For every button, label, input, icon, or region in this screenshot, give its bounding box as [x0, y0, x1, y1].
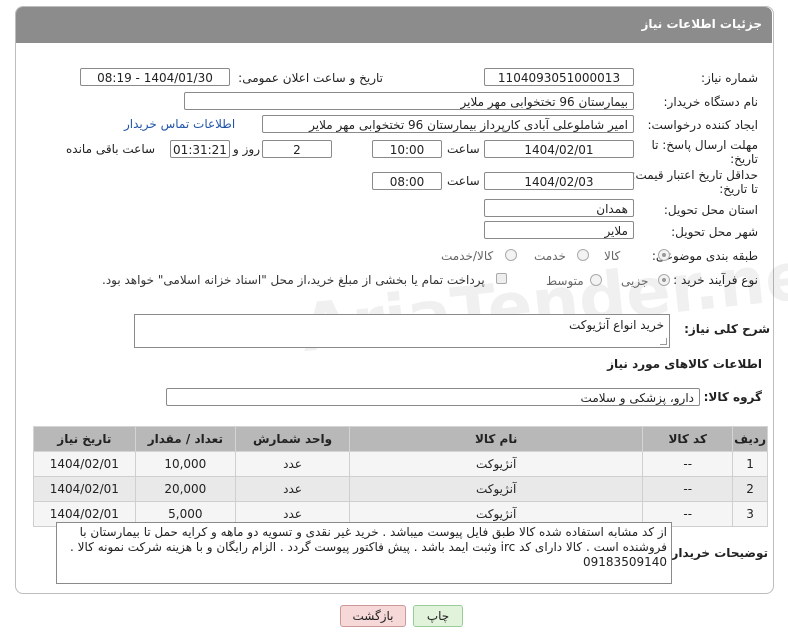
days-label: روز و: [233, 142, 260, 156]
cell-row-number: 1: [732, 451, 768, 477]
panel-title: جزئیات اطلاعات نیاز: [641, 17, 762, 31]
reply-deadline-label: مهلت ارسال پاسخ: تا: [651, 138, 758, 152]
col-header-row-number: ردیف: [732, 426, 768, 452]
category-both-label: کالا/خدمت: [441, 249, 494, 263]
price-validity-time-field: 08:00: [372, 172, 442, 190]
price-validity-label-2: تا تاریخ:: [719, 182, 758, 196]
process-medium-label: متوسط: [546, 274, 584, 288]
summary-text: خرید انواع آنژیوکت: [568, 318, 664, 332]
col-header-unit: واحد شمارش: [235, 426, 351, 452]
buyer-contact-link[interactable]: اطلاعات تماس خریدار: [124, 117, 235, 131]
back-button[interactable]: بازگشت: [340, 605, 406, 627]
cell-code: --: [642, 476, 734, 502]
goods-section-title: اطلاعات کالاهای مورد نیاز: [607, 357, 762, 371]
col-header-quantity: تعداد / مقدار: [134, 426, 237, 452]
cell-quantity: 10,000: [134, 451, 237, 477]
goods-group-field: دارو، پزشکی و سلامت: [166, 388, 700, 406]
category-both-radio[interactable]: [505, 249, 517, 261]
need-number-label: شماره نیاز:: [701, 71, 758, 85]
cell-date: 1404/02/01: [33, 451, 136, 477]
requester-label: ایجاد کننده درخواست:: [647, 118, 758, 132]
cell-row-number: 2: [732, 476, 768, 502]
remaining-label: ساعت باقی مانده: [66, 142, 156, 156]
cell-date: 1404/02/01: [33, 476, 136, 502]
print-button[interactable]: چاپ: [413, 605, 463, 627]
city-field: ملایر: [484, 221, 634, 239]
col-header-date: تاریخ نیاز: [33, 426, 136, 452]
notes-label: توضیحات خریدار:: [666, 546, 768, 560]
province-label: استان محل تحویل:: [663, 203, 758, 217]
panel-header: جزئیات اطلاعات نیاز: [16, 7, 772, 43]
process-medium-radio[interactable]: [590, 274, 602, 286]
process-partial-label: جزیی: [621, 274, 649, 288]
table-header-row: ردیف کد کالا نام کالا واحد شمارش تعداد /…: [33, 426, 768, 452]
city-label: شهر محل تحویل:: [671, 225, 758, 239]
treasury-checkbox[interactable]: [496, 273, 507, 284]
treasury-note: پرداخت تمام یا بخشی از مبلغ خرید،از محل …: [102, 273, 485, 287]
requester-field: امیر شاملوعلی آبادی کارپرداز بیمارستان 9…: [262, 115, 634, 133]
cell-name: آنژیوکت: [349, 476, 644, 502]
reply-time-label: ساعت: [447, 142, 480, 156]
announce-field: 1404/01/30 - 08:19: [80, 68, 230, 86]
goods-table: ردیف کد کالا نام کالا واحد شمارش تعداد /…: [33, 426, 768, 527]
price-validity-date-field: 1404/02/03: [484, 172, 634, 190]
price-validity-time-label: ساعت: [447, 174, 480, 188]
remaining-time-field: 01:31:21: [170, 140, 230, 158]
resize-grip-icon[interactable]: [660, 338, 667, 345]
reply-deadline-label-2: تاریخ:: [730, 152, 758, 166]
table-row: 1 -- آنژیوکت عدد 10,000 1404/02/01: [33, 451, 768, 477]
price-validity-label: حداقل تاریخ اعتبار قیمت:: [631, 168, 758, 182]
province-field: همدان: [484, 199, 634, 217]
cell-quantity: 20,000: [134, 476, 237, 502]
notes-box: از کد مشابه استفاده شده کالا طبق فایل پی…: [56, 522, 672, 584]
buyer-org-field: بیمارستان 96 تختخوابی مهر ملایر: [184, 92, 634, 110]
announce-label: تاریخ و ساعت اعلان عمومی:: [238, 71, 383, 85]
process-partial-radio[interactable]: [658, 274, 670, 286]
goods-group-label: گروه کالا:: [703, 390, 762, 404]
table-row: 2 -- آنژیوکت عدد 20,000 1404/02/01: [33, 476, 768, 502]
buyer-org-label: نام دستگاه خریدار:: [663, 95, 759, 109]
cell-unit: عدد: [235, 476, 351, 502]
summary-label: شرح کلی نیاز:: [684, 322, 770, 336]
category-goods-radio[interactable]: [658, 249, 670, 261]
reply-date-field: 1404/02/01: [484, 140, 634, 158]
col-header-name: نام کالا: [349, 426, 644, 452]
cell-code: --: [642, 451, 734, 477]
category-goods-label: کالا: [604, 249, 621, 263]
cell-row-number: 3: [732, 501, 768, 527]
cell-unit: عدد: [235, 451, 351, 477]
col-header-code: کد کالا: [642, 426, 734, 452]
reply-time-field: 10:00: [372, 140, 442, 158]
category-service-radio[interactable]: [577, 249, 589, 261]
need-number-field: 1104093051000013: [484, 68, 634, 86]
days-field: 2: [262, 140, 332, 158]
summary-textarea[interactable]: خرید انواع آنژیوکت: [134, 314, 670, 348]
category-service-label: خدمت: [534, 249, 566, 263]
process-label: نوع فرآیند خرید :: [673, 273, 758, 287]
cell-name: آنژیوکت: [349, 451, 644, 477]
